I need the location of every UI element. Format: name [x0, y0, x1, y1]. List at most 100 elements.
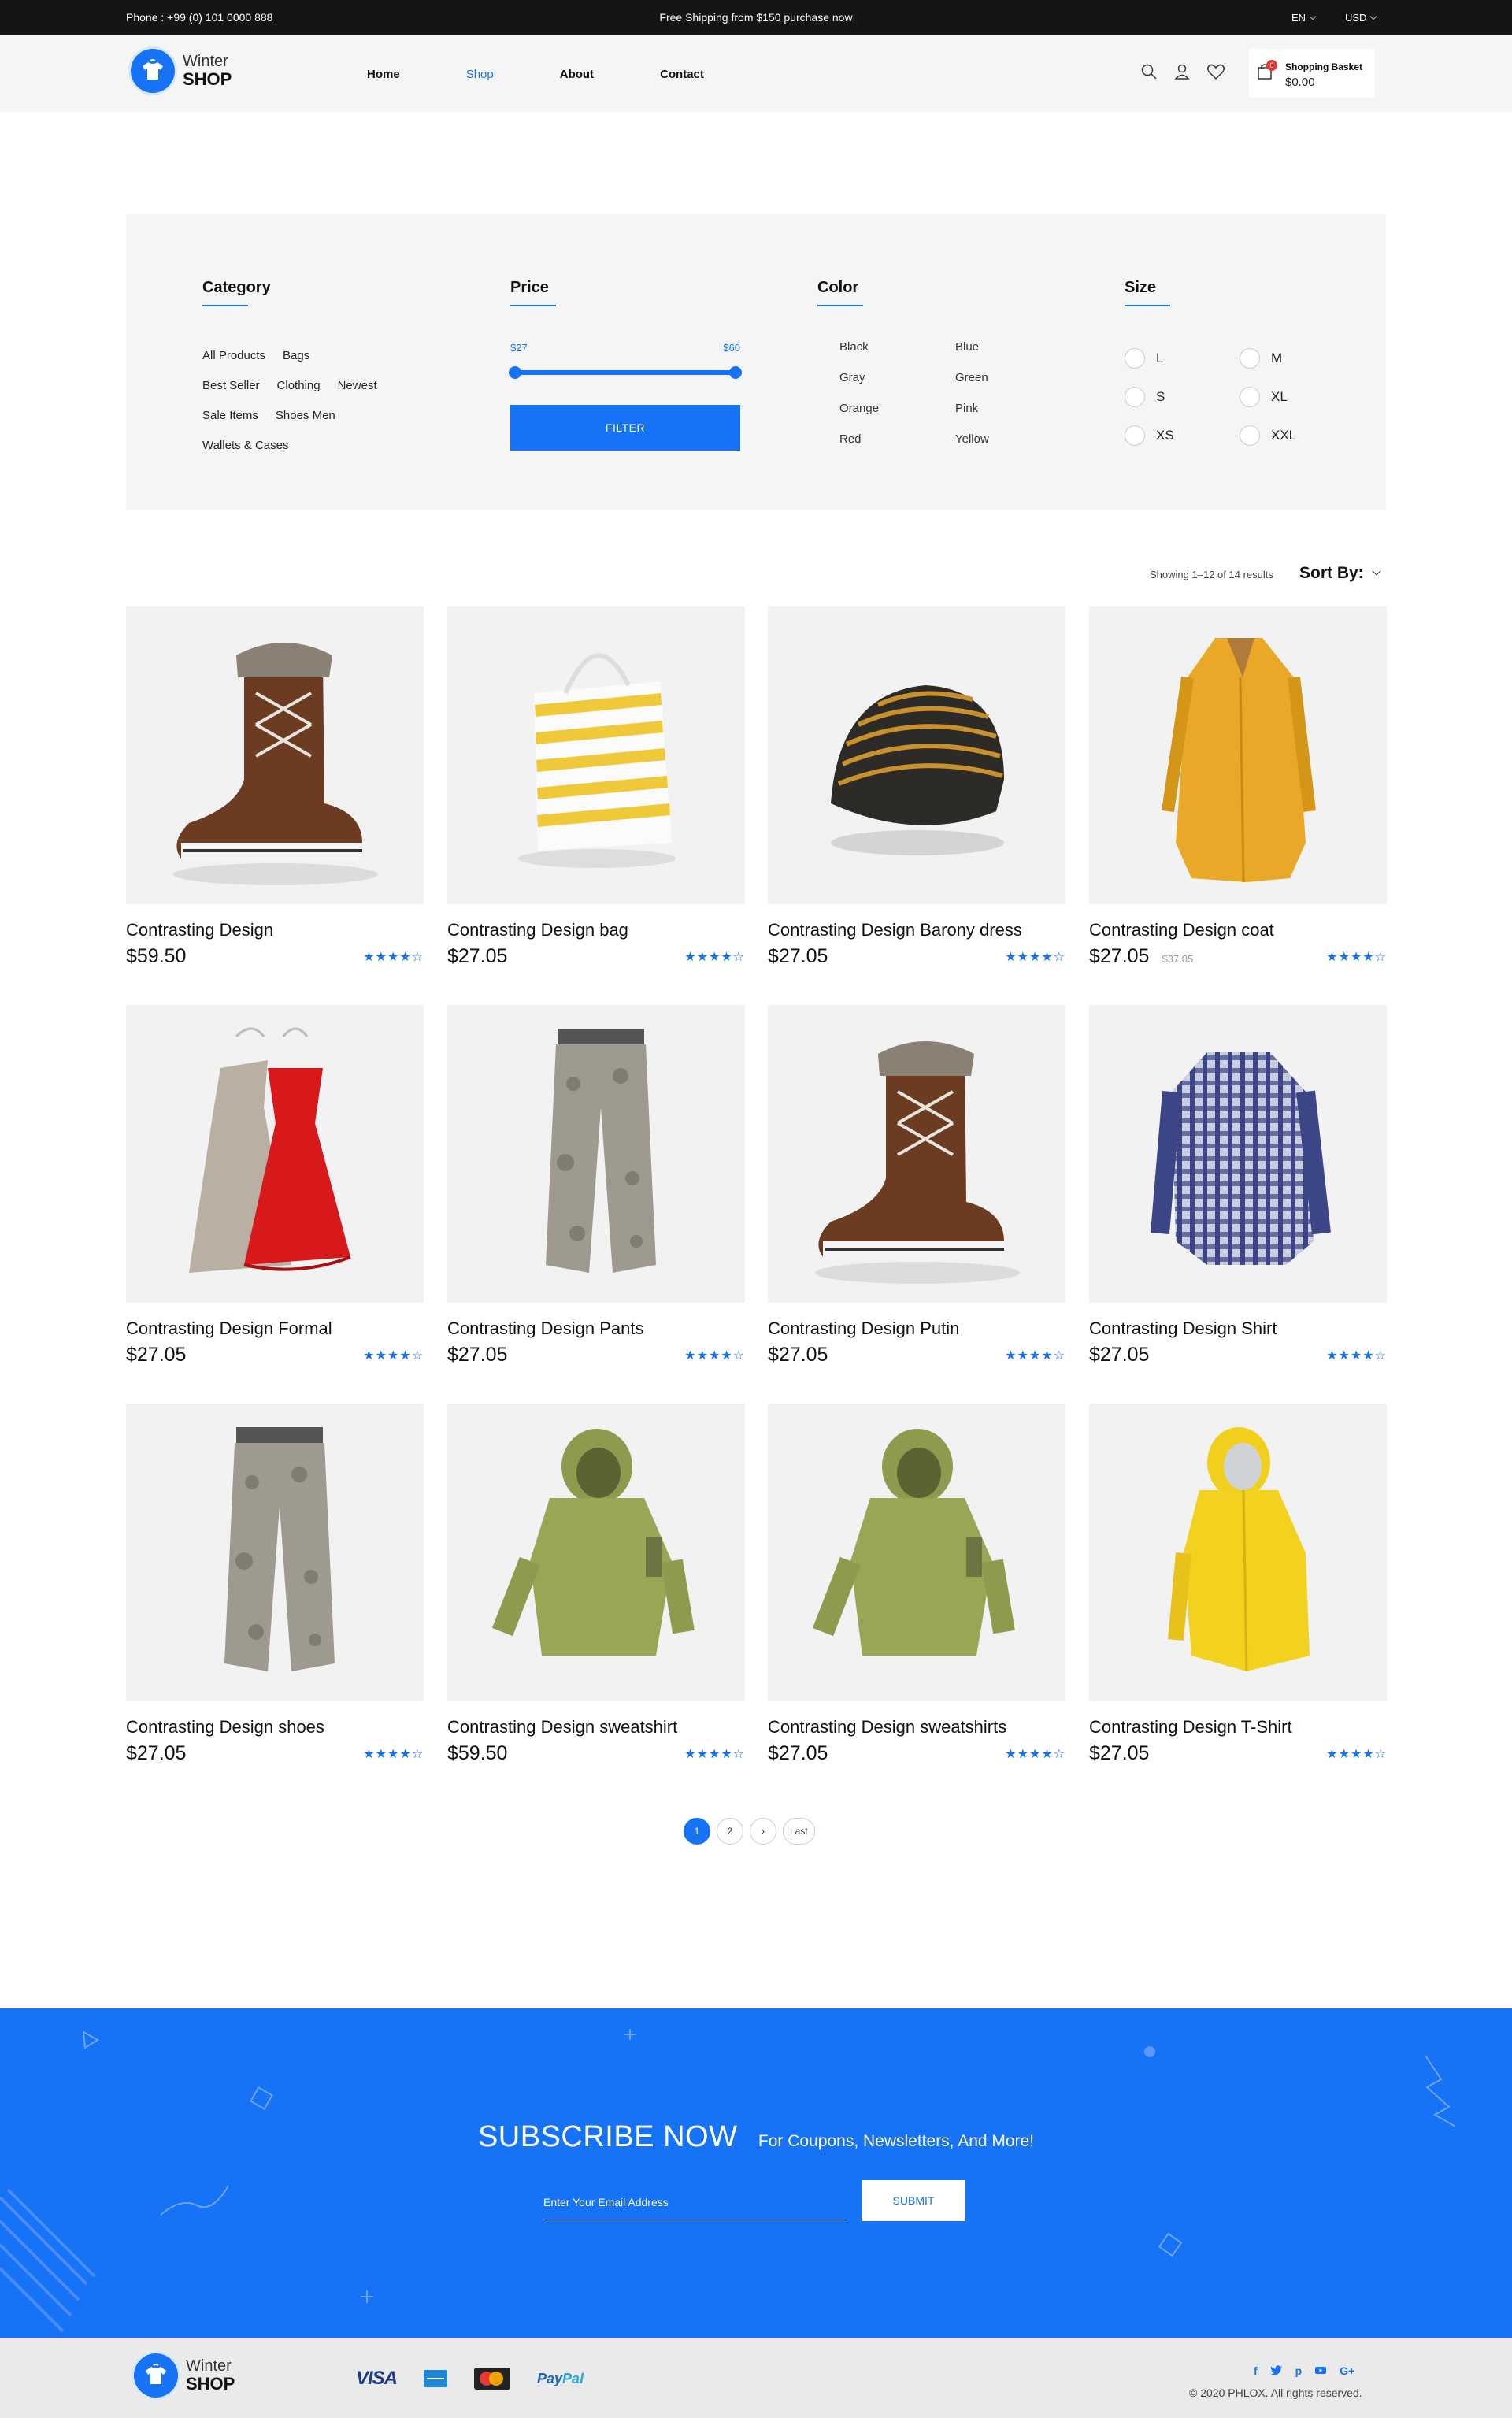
category-item[interactable]: Clothing [277, 379, 321, 392]
facebook-icon[interactable]: f [1254, 2364, 1258, 2378]
radio-button[interactable] [1125, 347, 1145, 369]
product-name[interactable]: Contrasting Design Formal [126, 1318, 424, 1339]
footer-logo[interactable]: Winter SHOP [134, 2353, 235, 2398]
product-name[interactable]: Contrasting Design bag [447, 920, 745, 940]
size-label: S [1156, 388, 1166, 404]
size-option[interactable]: XL [1240, 377, 1296, 416]
product-image[interactable] [447, 606, 745, 904]
language-selector[interactable]: EN [1292, 12, 1317, 24]
radio-button[interactable] [1125, 386, 1145, 407]
radio-button[interactable] [1240, 425, 1260, 446]
logo-text-winter: Winter [183, 52, 228, 70]
nav-about[interactable]: About [560, 68, 594, 81]
sort-by-dropdown[interactable]: Sort By: [1299, 564, 1381, 583]
product-name[interactable]: Contrasting Design [126, 920, 424, 940]
price-range-slider[interactable] [509, 366, 742, 379]
size-option[interactable]: S [1125, 377, 1174, 416]
category-item[interactable]: Bags [283, 349, 309, 362]
product-image[interactable] [126, 1404, 424, 1701]
product-card[interactable]: Contrasting Design shoes $27.05 ★★★★☆ [126, 1404, 424, 1765]
slider-max-handle[interactable] [729, 366, 742, 379]
product-image[interactable] [768, 1005, 1065, 1303]
size-option[interactable]: M [1240, 339, 1296, 377]
product-image[interactable] [447, 1404, 745, 1701]
product-card[interactable]: Contrasting Design Formal $27.05 ★★★★☆ [126, 1005, 424, 1367]
category-item[interactable]: Shoes Men [276, 409, 335, 422]
product-card[interactable]: Contrasting Design Pants $27.05 ★★★★☆ [447, 1005, 745, 1367]
product-card[interactable]: Contrasting Design T-Shirt $27.05 ★★★★☆ [1089, 1404, 1387, 1765]
product-card[interactable]: Contrasting Design coat $27.05 $37.05 ★★★★☆ [1089, 606, 1387, 968]
submit-button[interactable]: SUBMIT [862, 2180, 965, 2221]
product-image[interactable] [1089, 1005, 1387, 1303]
twitter-icon[interactable] [1270, 2364, 1283, 2378]
color-item[interactable]: Black [839, 340, 879, 371]
product-card[interactable]: Contrasting Design sweatshirts $27.05 ★★★★… [768, 1404, 1065, 1765]
product-name[interactable]: Contrasting Design coat [1089, 920, 1387, 940]
last-page-button[interactable]: Last [783, 1818, 815, 1845]
nav-contact[interactable]: Contact [660, 68, 704, 81]
category-item[interactable]: Newest [338, 379, 377, 392]
header-icons [1140, 63, 1225, 80]
user-icon[interactable] [1173, 63, 1191, 80]
google-plus-icon[interactable]: G+ [1340, 2364, 1354, 2378]
color-item[interactable]: Gray [839, 371, 879, 402]
page-2-button[interactable]: 2 [717, 1818, 743, 1845]
site-logo[interactable]: Winter SHOP [131, 49, 232, 93]
product-image[interactable] [1089, 1404, 1387, 1701]
color-item[interactable]: Red [839, 432, 879, 463]
category-item[interactable]: Wallets & Cases [202, 439, 288, 452]
nav-home[interactable]: Home [367, 68, 400, 81]
product-image[interactable] [126, 1005, 424, 1303]
radio-button[interactable] [1125, 425, 1145, 446]
paypal-word-2: Pal [562, 2370, 584, 2386]
product-name[interactable]: Contrasting Design T-Shirt [1089, 1717, 1387, 1737]
category-item[interactable]: Best Seller [202, 379, 260, 392]
pinterest-icon[interactable]: p [1295, 2364, 1303, 2378]
product-card[interactable]: Contrasting Design Shirt $27.05 ★★★★☆ [1089, 1005, 1387, 1367]
chevron-down-icon [1309, 13, 1317, 20]
product-card[interactable]: Contrasting Design sweatshirt $59.50 ★★★★☆ [447, 1404, 745, 1765]
product-image[interactable] [768, 1404, 1065, 1701]
currency-selector[interactable]: USD [1345, 12, 1377, 24]
product-image[interactable] [768, 606, 1065, 904]
decorative-shapes [0, 2029, 1456, 2333]
radio-button[interactable] [1240, 386, 1260, 407]
color-filter: Color Black Gray Orange Red Blue Green P… [817, 279, 1054, 468]
color-item[interactable]: Blue [955, 340, 989, 371]
filter-button[interactable]: FILTER [510, 405, 740, 451]
product-card[interactable]: Contrasting Design Putin $27.05 ★★★★☆ [768, 1005, 1065, 1367]
product-card[interactable]: Contrasting Design Barony dress $27.05 ★★★… [768, 606, 1065, 968]
color-item[interactable]: Pink [955, 402, 989, 432]
product-name[interactable]: Contrasting Design Barony dress [768, 920, 1065, 940]
product-name[interactable]: Contrasting Design shoes [126, 1717, 424, 1737]
next-page-button[interactable]: › [750, 1818, 776, 1845]
search-icon[interactable] [1140, 63, 1158, 80]
product-card[interactable]: Contrasting Design $59.50 ★★★★☆ [126, 606, 424, 968]
category-item[interactable]: Sale Items [202, 409, 258, 422]
nav-shop[interactable]: Shop [466, 68, 494, 81]
size-option[interactable]: XXL [1240, 416, 1296, 454]
product-name[interactable]: Contrasting Design sweatshirt [447, 1717, 745, 1737]
product-name[interactable]: Contrasting Design sweatshirts [768, 1717, 1065, 1737]
product-name[interactable]: Contrasting Design Pants [447, 1318, 745, 1339]
product-card[interactable]: Contrasting Design bag $27.05 ★★★★☆ [447, 606, 745, 968]
color-item[interactable]: Yellow [955, 432, 989, 463]
slider-min-handle[interactable] [509, 366, 521, 379]
color-item[interactable]: Green [955, 371, 989, 402]
heart-icon[interactable] [1206, 63, 1225, 80]
email-input[interactable]: Enter Your Email Address [543, 2196, 846, 2220]
size-option[interactable]: L [1125, 339, 1174, 377]
color-item[interactable]: Orange [839, 402, 879, 432]
radio-button[interactable] [1240, 347, 1260, 369]
category-item[interactable]: All Products [202, 349, 265, 362]
size-option[interactable]: XS [1125, 416, 1174, 454]
youtube-icon[interactable] [1314, 2364, 1327, 2378]
page-1-button[interactable]: 1 [684, 1818, 710, 1845]
product-name[interactable]: Contrasting Design Shirt [1089, 1318, 1387, 1339]
product-image[interactable] [126, 606, 424, 904]
shopping-basket[interactable]: 0 Shopping Basket $0.00 [1249, 49, 1375, 98]
star-rating: ★★★★☆ [684, 1348, 745, 1363]
product-image[interactable] [1089, 606, 1387, 904]
product-image[interactable] [447, 1005, 745, 1303]
product-name[interactable]: Contrasting Design Putin [768, 1318, 1065, 1339]
